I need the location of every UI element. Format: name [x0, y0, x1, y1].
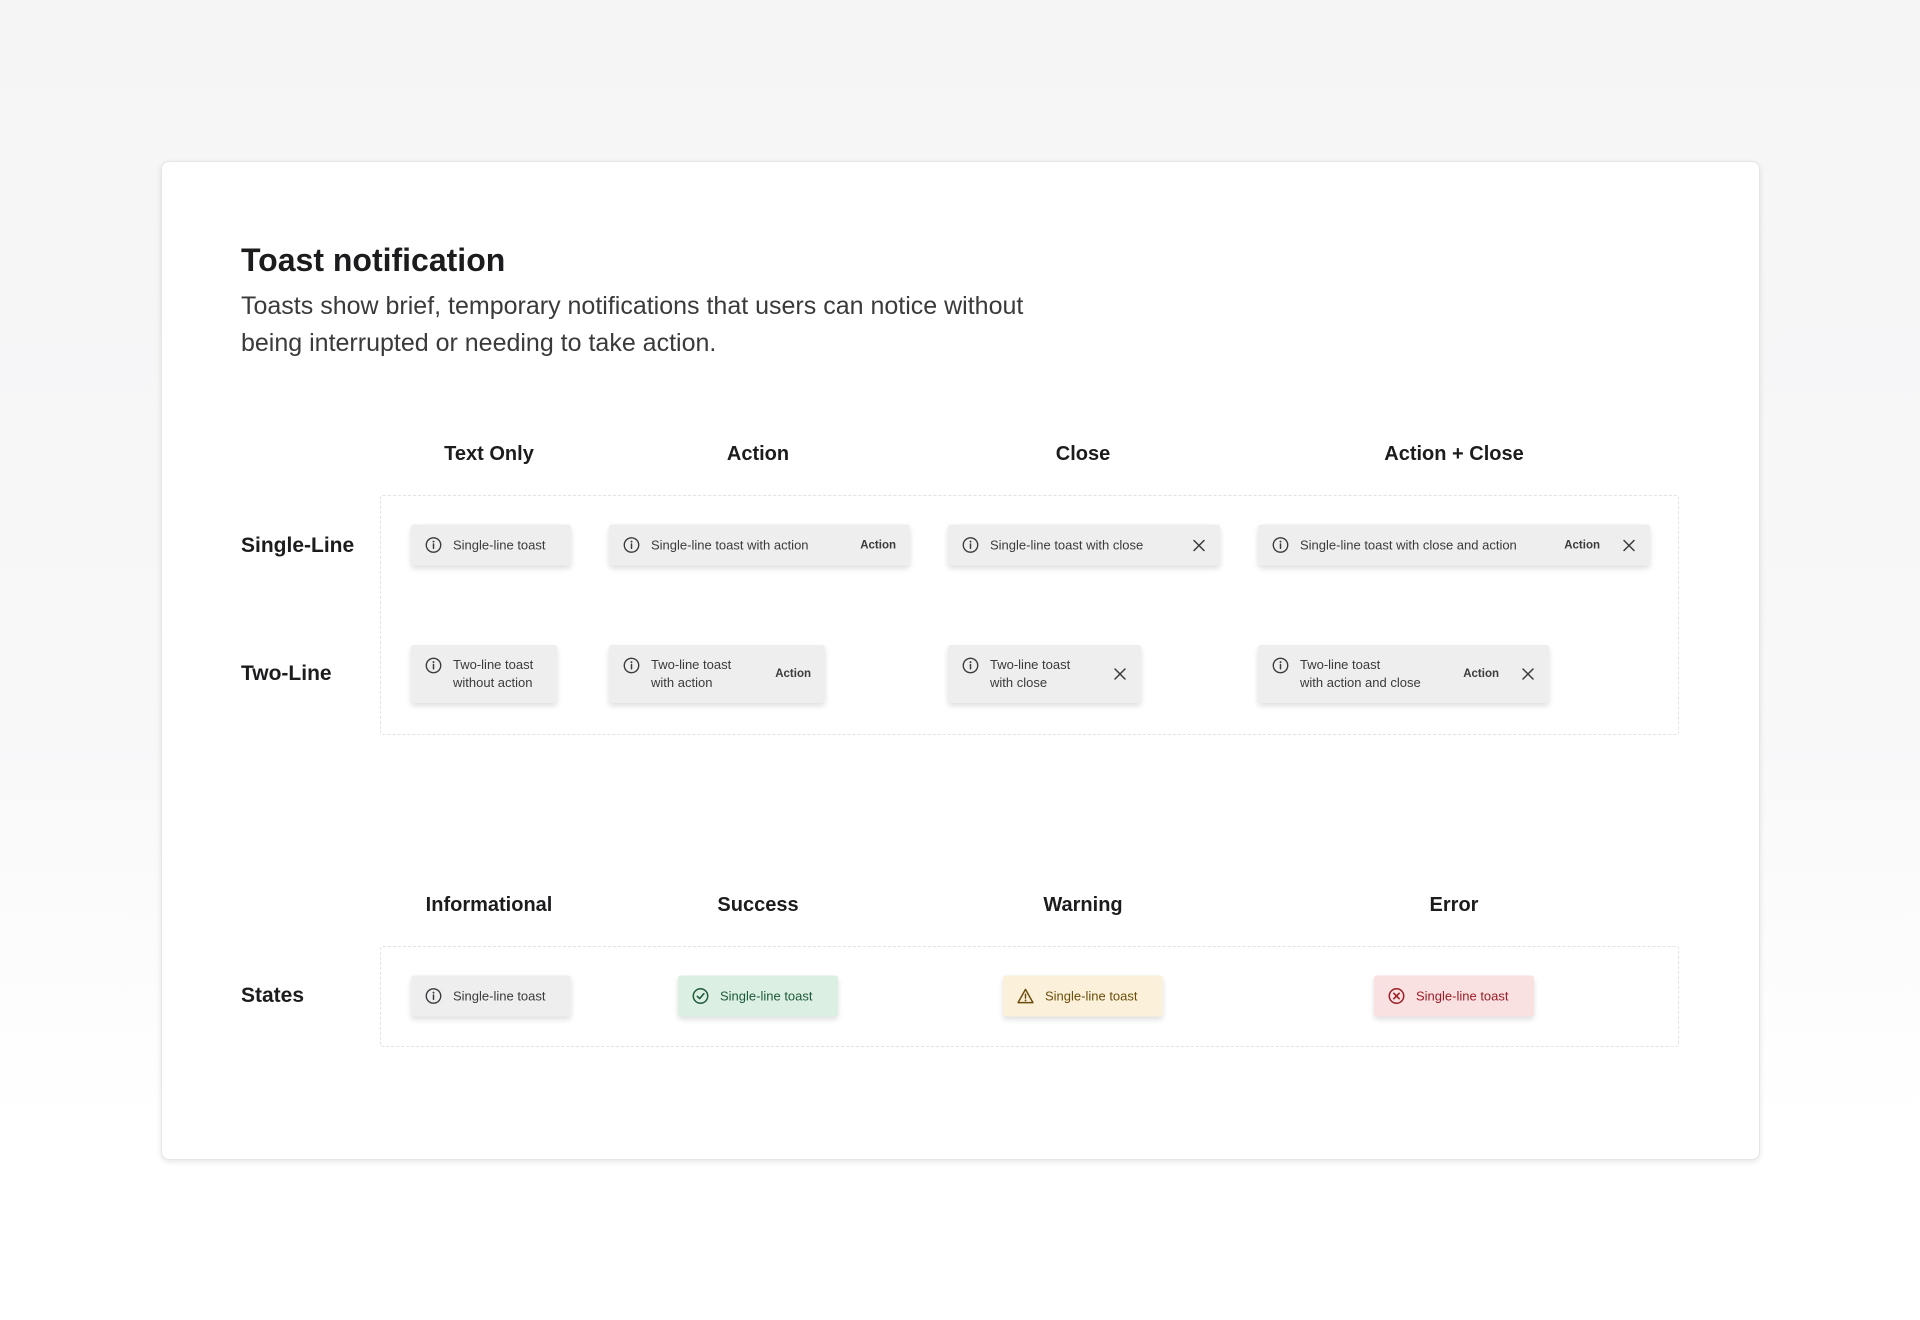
toast-state-error: Single-line toast [1374, 975, 1534, 1017]
toast-action-button[interactable]: Action [1564, 539, 1600, 551]
toast-spec-card: Toast notification Toasts show brief, te… [161, 161, 1760, 1160]
close-icon[interactable] [1622, 538, 1636, 552]
toast-action-button[interactable]: Action [1463, 668, 1499, 680]
toast-message: Single-line toast [1045, 988, 1138, 1004]
column-header-warning: Warning [1043, 894, 1123, 916]
toast-message: Single-line toast with close and action [1300, 537, 1517, 553]
x-circle-icon [1388, 988, 1405, 1004]
info-circle-icon [623, 537, 640, 553]
toast-message: Single-line toast with close [990, 537, 1144, 553]
toast-two-action: Two-line toast with action Action [609, 645, 825, 703]
column-header-text-only: Text Only [444, 443, 534, 465]
close-icon[interactable] [1113, 667, 1127, 681]
column-header-action: Action [726, 443, 790, 465]
toast-two-text-only: Two-line toast without action [411, 645, 557, 703]
toast-single-text-only: Single-line toast [411, 524, 571, 566]
row-header-states: States [241, 984, 305, 1007]
toast-two-action-close: Two-line toast with action and close Act… [1258, 645, 1549, 703]
info-circle-icon [425, 988, 442, 1004]
toast-message: Single-line toast [453, 537, 546, 553]
column-header-informational: Informational [425, 894, 553, 916]
toast-two-close: Two-line toast with close [948, 645, 1141, 703]
toast-message: Two-line toast with action and close [1300, 657, 1421, 690]
toast-action-button[interactable]: Action [860, 539, 896, 551]
row-header-single-line: Single-Line [241, 534, 355, 557]
close-icon[interactable] [1521, 667, 1535, 681]
info-circle-icon [962, 537, 979, 553]
toast-single-action: Single-line toast with action Action [609, 524, 910, 566]
toast-action-button[interactable]: Action [775, 668, 811, 680]
toast-single-action-close: Single-line toast with close and action … [1258, 524, 1650, 566]
column-header-error: Error [1429, 894, 1479, 916]
info-circle-icon [425, 537, 442, 553]
page-title: Toast notification [241, 242, 506, 278]
toast-single-close: Single-line toast with close [948, 524, 1220, 566]
close-icon[interactable] [1192, 538, 1206, 552]
info-circle-icon [1272, 657, 1289, 674]
column-header-action-close: Action + Close [1384, 443, 1524, 465]
toast-state-warning: Single-line toast [1003, 975, 1163, 1017]
check-circle-icon [692, 988, 709, 1004]
warning-triangle-icon [1017, 988, 1034, 1004]
page-description: Toasts show brief, temporary notificatio… [241, 292, 1024, 357]
toast-message: Single-line toast [1416, 988, 1509, 1004]
toast-state-informational: Single-line toast [411, 975, 571, 1017]
row-header-two-line: Two-Line [241, 662, 332, 685]
toast-message: Single-line toast [453, 988, 546, 1004]
column-header-close: Close [1055, 443, 1111, 465]
info-circle-icon [425, 657, 442, 674]
info-circle-icon [962, 657, 979, 674]
info-circle-icon [1272, 537, 1289, 553]
toast-message: Two-line toast with close [990, 657, 1071, 690]
toast-message: Single-line toast with action [651, 537, 809, 553]
toast-state-success: Single-line toast [678, 975, 838, 1017]
toast-message: Two-line toast without action [453, 657, 534, 690]
toast-message: Single-line toast [720, 988, 813, 1004]
toast-message: Two-line toast with action [651, 657, 732, 690]
info-circle-icon [623, 657, 640, 674]
column-header-success: Success [717, 894, 799, 916]
